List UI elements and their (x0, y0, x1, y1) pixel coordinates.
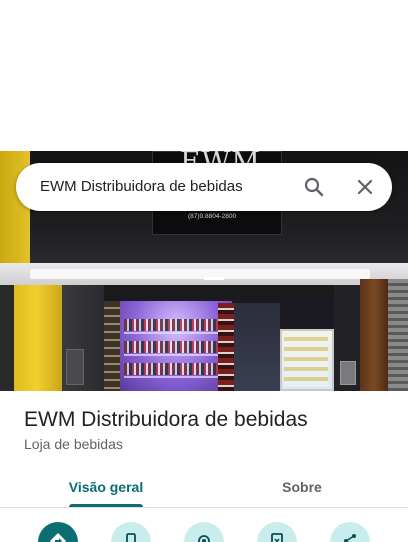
nearby-button[interactable] (184, 522, 224, 542)
place-title: EWM Distribuidora de bebidas (24, 408, 308, 431)
search-bar[interactable]: EWM Distribuidora de bebidas (16, 163, 392, 211)
photo-side-shelf (104, 301, 120, 391)
tab-selected-indicator (69, 504, 143, 507)
photo-bottles (124, 319, 222, 331)
tab-bar: Visão geral Sobre (0, 466, 408, 508)
save-button[interactable] (257, 522, 297, 542)
photo-wood-panel (360, 279, 388, 391)
phone-icon (126, 533, 136, 542)
photo-ceiling-panel (30, 269, 370, 279)
photo-fridge-shelves (284, 337, 328, 387)
close-icon[interactable] (353, 175, 377, 199)
store-sign-phone: (87)9.8804-2800 (188, 213, 237, 220)
photo-shelf (124, 354, 222, 356)
photo-dark-edge (0, 285, 14, 391)
photo-bottles (124, 363, 222, 375)
save-icon (271, 533, 283, 542)
directions-icon (50, 533, 66, 542)
photo-switch (66, 349, 84, 385)
photo-lamp (204, 277, 224, 280)
photo-shutter (388, 279, 408, 391)
call-button[interactable] (111, 522, 151, 542)
share-icon (344, 534, 356, 542)
share-button[interactable] (330, 522, 370, 542)
photo-inner-room (234, 303, 280, 391)
photo-shelf (124, 376, 222, 378)
action-buttons (0, 520, 408, 542)
tab-overview[interactable]: Visão geral (48, 466, 164, 508)
photo-red-shelf (218, 303, 234, 391)
search-icon[interactable] (302, 175, 326, 199)
photo-shelf (124, 332, 222, 334)
place-category[interactable]: Loja de bebidas (24, 436, 123, 452)
tab-about[interactable]: Sobre (244, 466, 360, 508)
photo-bottles (124, 341, 222, 353)
search-input[interactable]: EWM Distribuidora de bebidas (40, 178, 243, 195)
directions-button[interactable] (38, 522, 78, 542)
photo-outlet (340, 361, 356, 385)
location-pin-icon (198, 535, 210, 542)
